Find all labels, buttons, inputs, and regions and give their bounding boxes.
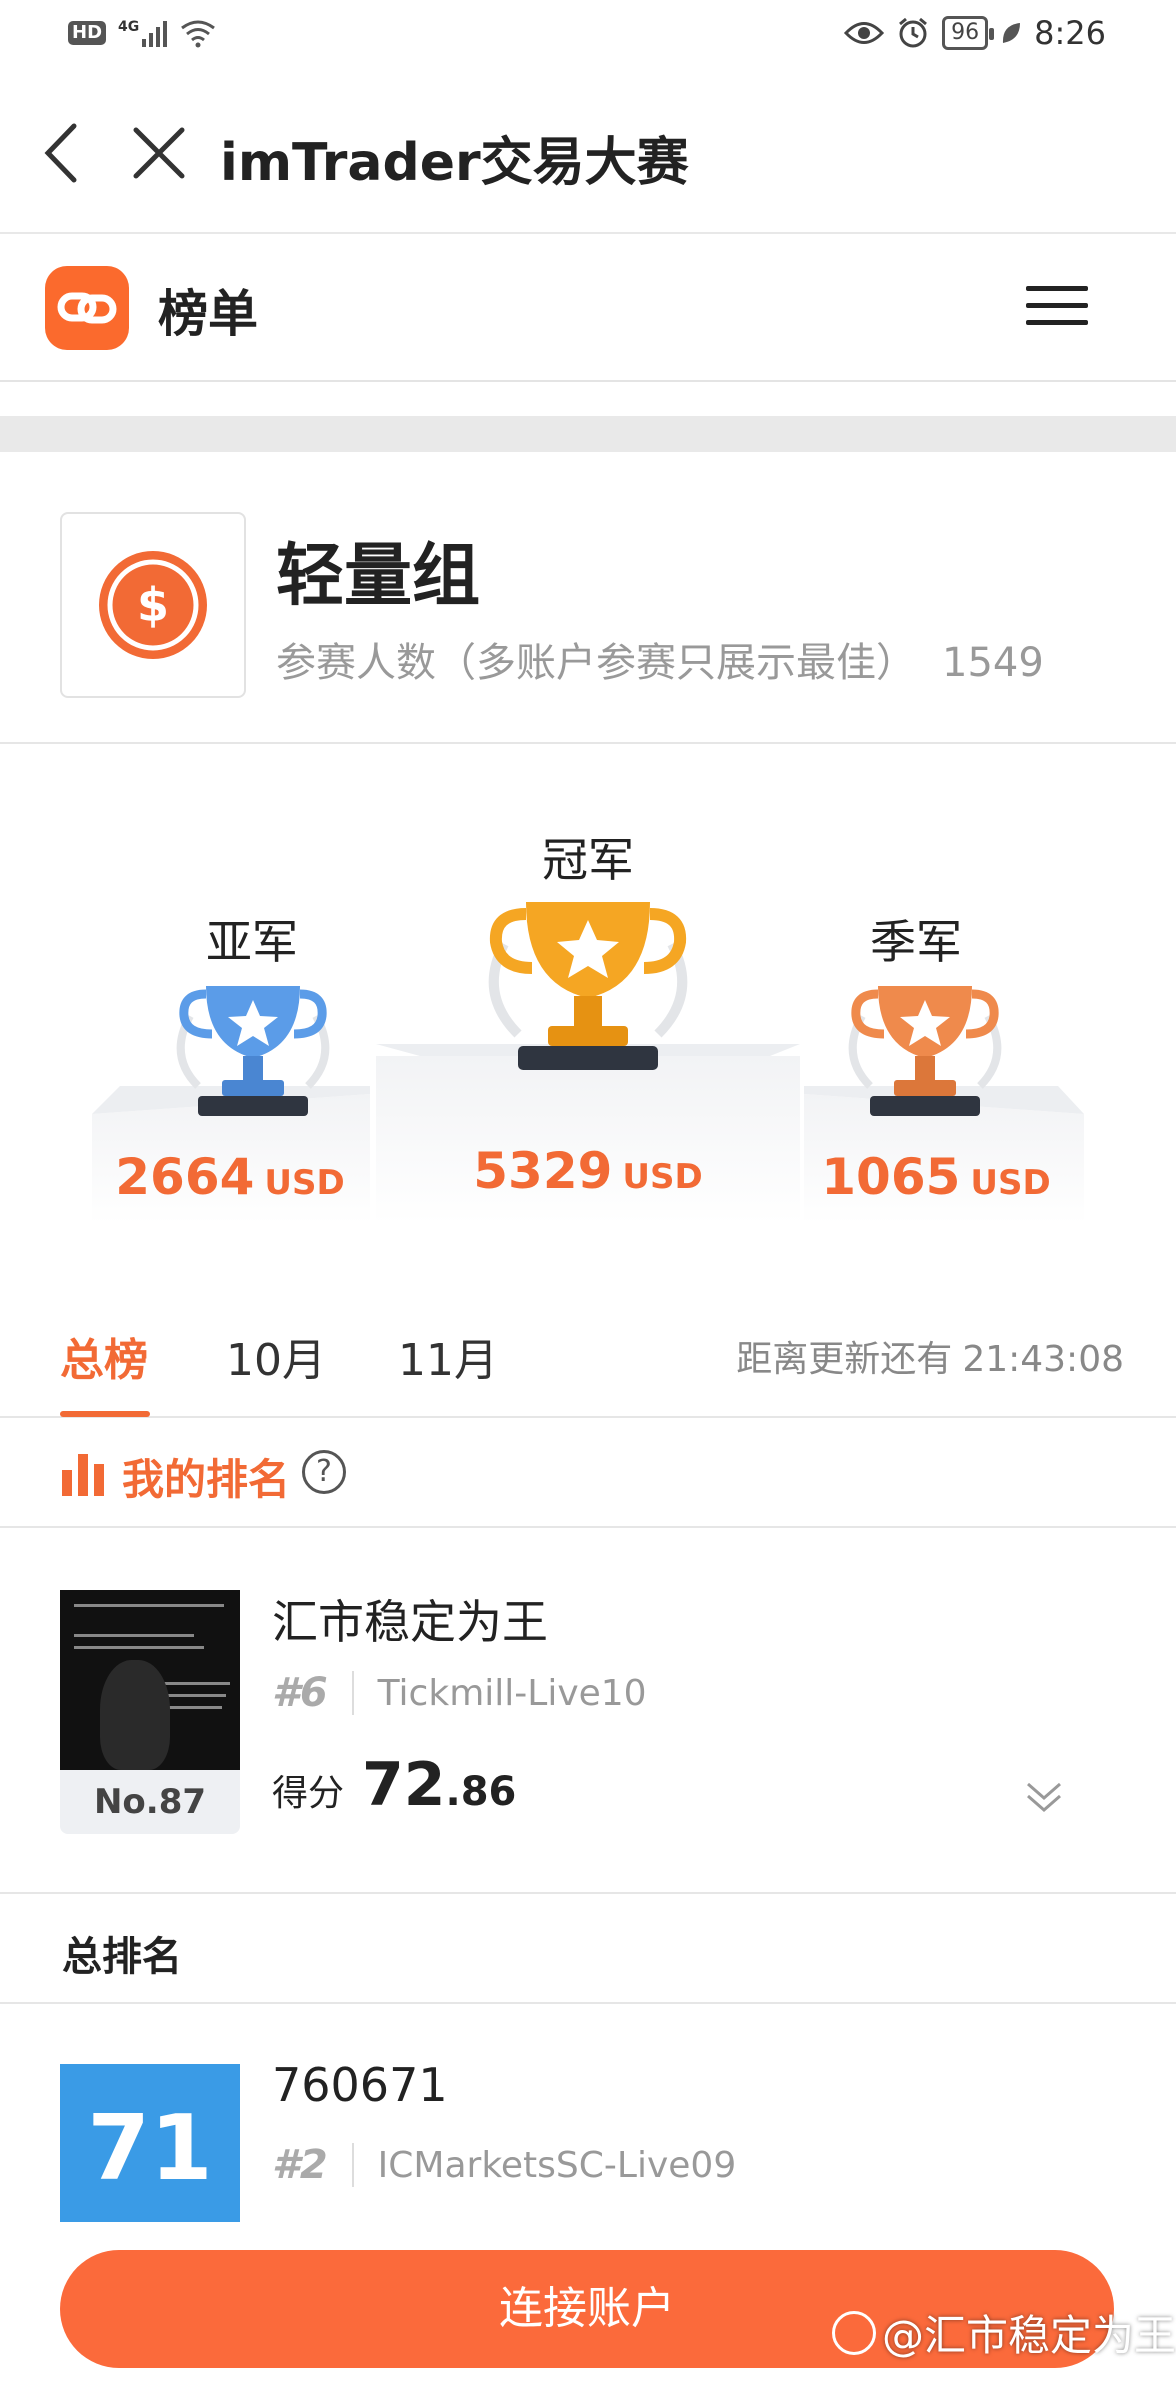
participants-info: 参赛人数（多账户参赛只展示最佳） 1549 [276,630,1044,688]
third-place-prize: 1065 USD [806,1148,1066,1206]
third-place-label: 季军 [870,915,962,969]
second-prize-unit: USD [264,1163,345,1203]
signal-icon: 4G [118,19,168,47]
first-place-prize: 5329 USD [458,1142,718,1200]
watermark-text: @汇市稳定为王 [882,2311,1176,2360]
second-place-label: 亚军 [206,915,298,969]
participants-count: 1549 [942,640,1044,686]
svg-text:$: $ [137,578,169,632]
total-rank-header: 总排名 [0,1894,1176,2004]
score-label: 得分 [272,1773,345,1814]
status-left: HD 4G [68,18,217,48]
close-icon[interactable] [130,124,188,182]
group-icon-box: $ [60,512,246,698]
expand-chevron-icon[interactable] [1024,1776,1064,1816]
entry-account-name: 760671 [272,2058,448,2112]
clock: 8:26 [1034,14,1106,52]
group-title: 轻量组 [276,537,481,616]
link-logo-icon [57,292,117,324]
third-prize-unit: USD [970,1163,1051,1203]
battery-indicator: 96 [942,16,995,50]
second-prize-amount: 2664 [115,1148,255,1206]
signal-label: 4G [118,19,140,35]
second-place-prize: 2664 USD [100,1148,360,1206]
my-rank-header: 我的排名 ? [0,1418,1176,1528]
leaf-icon [1003,23,1021,43]
group-info: $ 轻量组 参赛人数（多账户参赛只展示最佳） 1549 [0,452,1176,744]
tab-overall[interactable]: 总榜 [60,1324,148,1388]
back-icon[interactable] [38,118,84,188]
page-title: imTrader交易大赛 [220,133,689,193]
my-rank-title: 我的排名 [122,1455,291,1504]
my-account-name: 汇市稳定为王 [272,1595,548,1649]
score-integer: 72 [362,1750,446,1820]
site-header: 榜单 [0,234,1176,382]
help-icon[interactable]: ? [302,1450,346,1494]
hd-indicator: HD [68,21,107,45]
ranking-tabs: 总榜 10月 11月 距离更新还有 21:43:08 [0,1264,1176,1418]
meta-divider [351,1671,354,1715]
weibo-icon [832,2310,876,2355]
tab-november[interactable]: 11月 [398,1324,498,1388]
list-item[interactable]: 71 760671 #2 ICMarketsSC-Live09 [0,2004,1176,2234]
score-decimal: .86 [445,1769,517,1815]
my-rank-card[interactable]: No.87 汇市稳定为王 #6 Tickmill-Live10 得分 72.86 [0,1528,1176,1894]
prize-podium: 亚军 2664 USD 冠军 5329 USD 季军 1065 USD [0,744,1176,1264]
gold-trophy-icon [488,902,688,1070]
update-countdown: 距离更新还有 21:43:08 [736,1330,1124,1382]
first-place-label: 冠军 [542,833,634,887]
participants-label: 参赛人数（多账户参赛只展示最佳） [276,640,916,686]
title-bar: imTrader交易大赛 [0,72,1176,234]
entry-server: ICMarketsSC-Live09 [377,2144,737,2186]
avatar [60,1590,240,1770]
wifi-icon [181,20,216,48]
silver-trophy-icon [176,986,330,1116]
first-prize-unit: USD [622,1157,703,1197]
site-title: 榜单 [158,285,258,343]
entry-score-box: 71 [60,2064,240,2234]
menu-icon[interactable] [1026,286,1088,326]
total-rank-title: 总排名 [62,1934,182,1980]
entry-meta: #2 ICMarketsSC-Live09 [272,2142,736,2188]
section-divider [0,416,1176,452]
countdown-label: 距离更新还有 [736,1339,953,1380]
my-account-meta: #6 Tickmill-Live10 [272,1670,647,1716]
my-account-server: Tickmill-Live10 [377,1672,647,1714]
status-bar: HD 4G 96 8:26 [0,0,1176,72]
eye-icon [844,22,885,44]
entry-position: #2 [272,2142,328,2188]
third-prize-amount: 1065 [821,1148,961,1206]
bar-chart-icon [62,1454,104,1496]
active-tab-indicator [60,1411,150,1417]
countdown-time: 21:43:08 [962,1339,1124,1380]
app-logo[interactable] [45,266,129,350]
bronze-trophy-icon [848,986,1002,1116]
alarm-icon [899,17,928,48]
dollar-coin-icon: $ [99,551,207,659]
watermark: @汇市稳定为王 [832,2302,1176,2363]
my-account-position: #6 [272,1670,328,1716]
my-rank-number: No.87 [60,1770,240,1834]
my-score: 得分 72.86 [272,1750,516,1820]
tab-october[interactable]: 10月 [226,1324,326,1388]
meta-divider [351,2143,354,2187]
first-prize-amount: 5329 [473,1142,613,1200]
status-right: 96 8:26 [844,14,1106,52]
